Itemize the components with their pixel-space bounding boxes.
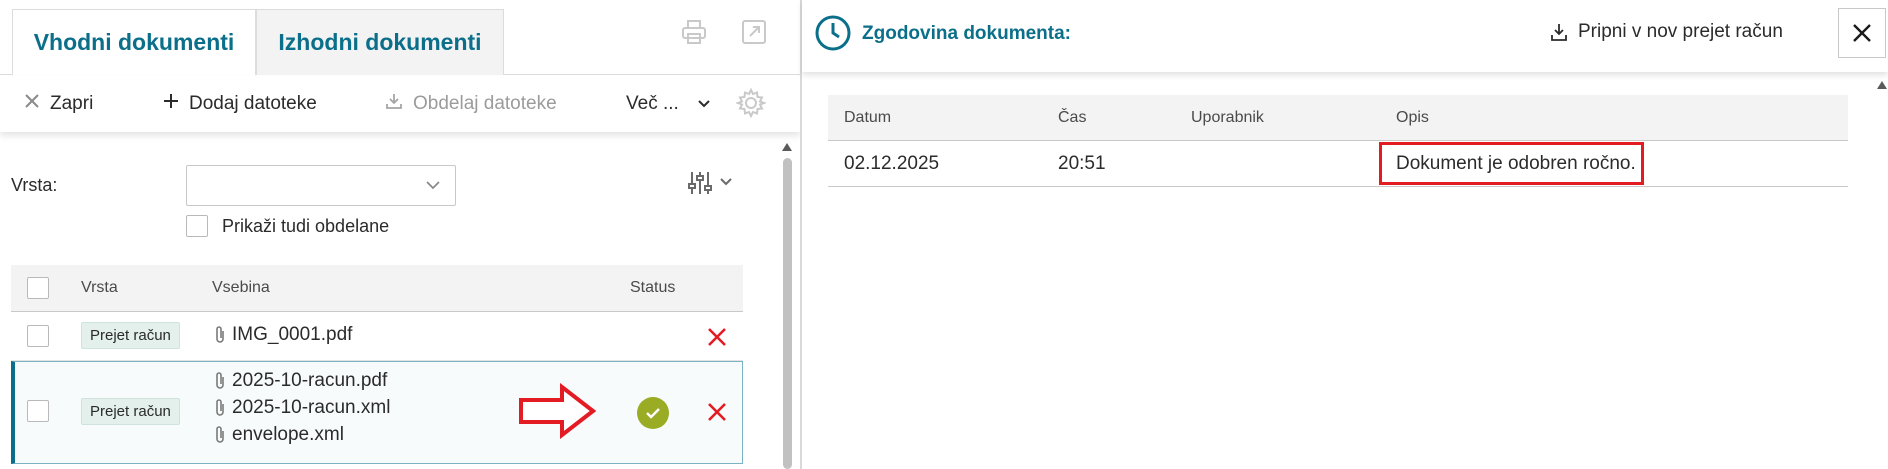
- type-badge: Prejet račun: [81, 322, 180, 349]
- chevron-down-icon: [697, 93, 711, 115]
- process-files-label: Obdelaj datoteke: [413, 93, 557, 114]
- download-icon: [385, 92, 403, 116]
- row-checkbox[interactable]: [27, 400, 49, 422]
- filter-sliders-icon: [688, 172, 712, 194]
- clock-icon: [814, 14, 852, 57]
- tab-label: Vhodni dokumenti: [33, 28, 235, 55]
- scroll-up-arrow-icon[interactable]: [1876, 78, 1888, 90]
- history-date: 02.12.2025: [844, 153, 940, 174]
- scroll-up-arrow-icon: [782, 143, 792, 151]
- tabs-bar: Vhodni dokumenti Izhodni dokumenti: [0, 0, 800, 76]
- toolbar: Zapri Dodaj datoteke Obdelaj datoteke Ve…: [0, 76, 800, 132]
- add-files-button[interactable]: Dodaj datoteke: [163, 90, 317, 118]
- grid-header: Vrsta Vsebina Status: [11, 265, 743, 312]
- red-highlight-annotation: [1379, 142, 1644, 185]
- file-name: 2025-10-racun.xml: [232, 397, 391, 418]
- more-label: Več ...: [626, 93, 679, 114]
- table-row-selected[interactable]: Prejet račun 2025-10-racun.pdf 2025-10-r…: [11, 361, 743, 464]
- history-header: Zgodovina dokumenta: Pripni v nov prejet…: [802, 0, 1888, 72]
- attach-to-new-invoice-button[interactable]: Pripni v nov prejet račun: [1550, 21, 1783, 43]
- column-header-user[interactable]: Uporabnik: [1191, 109, 1264, 127]
- history-time: 20:51: [1058, 153, 1106, 174]
- show-processed-label: Prikaži tudi obdelane: [222, 216, 390, 236]
- type-select[interactable]: [186, 165, 456, 206]
- close-panel-button[interactable]: [1838, 8, 1886, 58]
- gear-icon[interactable]: [735, 87, 767, 123]
- file-name: envelope.xml: [232, 424, 344, 445]
- table-row[interactable]: Prejet račun IMG_0001.pdf: [11, 313, 743, 361]
- paperclip-icon: [216, 399, 224, 416]
- file-link[interactable]: 2025-10-racun.xml: [214, 397, 390, 419]
- column-header-type[interactable]: Vrsta: [81, 279, 118, 297]
- open-external-icon[interactable]: [740, 18, 768, 46]
- tab-label: Izhodni dokumenti: [278, 29, 482, 55]
- close-icon: [1853, 24, 1871, 42]
- process-files-button[interactable]: Obdelaj datoteke: [385, 90, 557, 118]
- scrollbar[interactable]: [780, 140, 794, 469]
- close-button-label: Zapri: [50, 93, 94, 114]
- close-button[interactable]: Zapri: [24, 90, 93, 118]
- file-link[interactable]: IMG_0001.pdf: [214, 324, 352, 346]
- history-row[interactable]: 02.12.2025 20:51 Dokument je odobren roč…: [828, 141, 1848, 187]
- attach-button-label: Pripni v nov prejet račun: [1578, 21, 1783, 42]
- file-name: 2025-10-racun.pdf: [232, 370, 388, 391]
- paperclip-icon: [216, 372, 224, 389]
- file-link[interactable]: 2025-10-racun.pdf: [214, 370, 387, 392]
- column-header-status[interactable]: Status: [630, 279, 675, 297]
- chevron-down-icon: [720, 178, 732, 186]
- add-files-label: Dodaj datoteke: [189, 93, 317, 114]
- type-badge-label: Prejet račun: [90, 403, 171, 420]
- print-icon[interactable]: [680, 18, 708, 46]
- paperclip-icon: [216, 426, 224, 443]
- delete-x-icon[interactable]: [705, 325, 729, 349]
- tab-incoming-documents[interactable]: Vhodni dokumenti: [12, 9, 256, 76]
- chevron-down-icon: [425, 178, 441, 196]
- column-header-time[interactable]: Čas: [1058, 109, 1086, 127]
- column-header-date[interactable]: Datum: [844, 109, 891, 127]
- filter-settings-button[interactable]: [688, 170, 738, 201]
- more-dropdown[interactable]: Več ...: [626, 90, 711, 118]
- type-filter-label: Vrsta:: [11, 175, 58, 195]
- download-attach-icon: [1551, 24, 1567, 41]
- history-table-header: Datum Čas Uporabnik Opis: [828, 95, 1848, 141]
- select-all-checkbox[interactable]: [27, 277, 49, 299]
- column-header-content[interactable]: Vsebina: [212, 279, 270, 297]
- row-checkbox[interactable]: [27, 325, 49, 347]
- document-history-panel: Zgodovina dokumenta: Pripni v nov prejet…: [802, 0, 1888, 469]
- plus-icon: [163, 93, 179, 115]
- scroll-thumb[interactable]: [783, 158, 792, 469]
- column-header-description[interactable]: Opis: [1396, 109, 1429, 127]
- type-badge: Prejet račun: [81, 398, 180, 425]
- file-name: IMG_0001.pdf: [232, 324, 353, 345]
- history-title: Zgodovina dokumenta:: [862, 23, 1071, 44]
- check-circle-icon: [637, 397, 669, 429]
- close-x-icon: [24, 93, 40, 115]
- red-arrow-annotation: [518, 382, 597, 444]
- paperclip-icon: [216, 326, 224, 343]
- tab-outgoing-documents[interactable]: Izhodni dokumenti: [256, 9, 504, 75]
- show-processed-checkbox[interactable]: [186, 215, 208, 237]
- delete-x-icon[interactable]: [705, 400, 729, 424]
- file-link[interactable]: envelope.xml: [214, 424, 344, 446]
- documents-panel: Vhodni dokumenti Izhodni dokumenti Zapri: [0, 0, 800, 469]
- type-badge-label: Prejet račun: [90, 327, 171, 344]
